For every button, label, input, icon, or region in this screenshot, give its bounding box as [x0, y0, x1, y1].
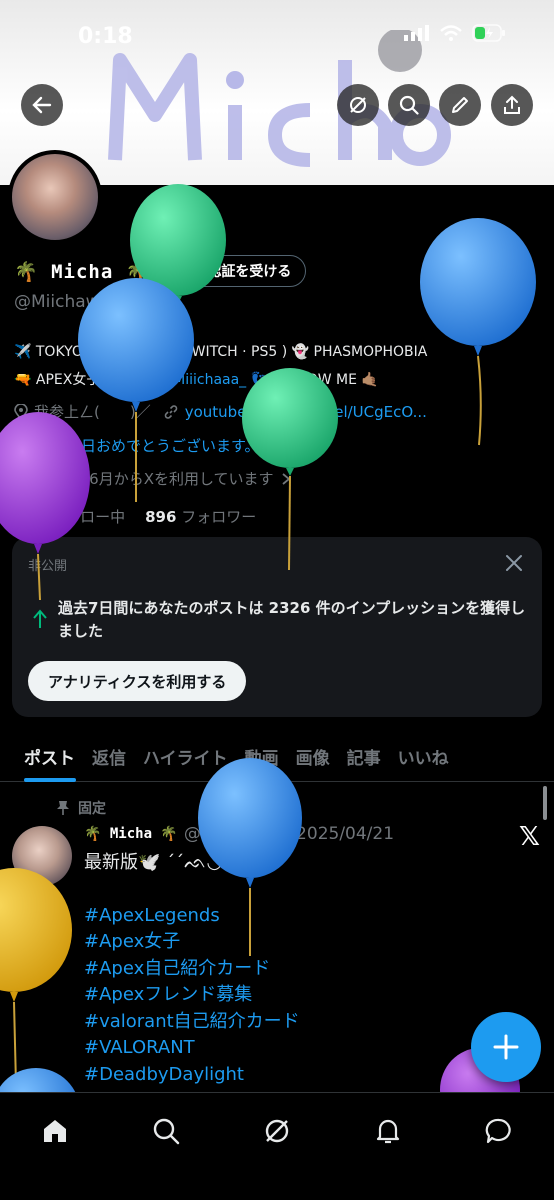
profile-joined-row[interactable]: 2018年6月からXを利用しています — [14, 468, 544, 489]
back-button[interactable] — [21, 84, 63, 126]
profile-joined: 2018年6月からXを利用しています — [36, 470, 274, 488]
post-author[interactable]: 🌴 Micha 🌴 — [84, 826, 178, 842]
profile-handle: @Miichawa — [14, 292, 110, 312]
nav-home[interactable] — [35, 1111, 75, 1151]
analytics-card-text: 過去7日間にあなたのポストは 2326 件のインプレッションを獲得しました — [58, 599, 526, 640]
status-icons — [404, 24, 506, 42]
follow-stats: 640 フォロー中 896 フォロワー — [14, 506, 256, 527]
profile-name: 🌴 Micha 🌴 — [14, 260, 151, 283]
pinned-label: 固定 — [78, 801, 106, 817]
post-body[interactable]: 最新版🕊️ ´´ᨒ◡̈♡ #ApexLegends #Apex女子 #Apex自… — [84, 850, 300, 1088]
plus-icon — [493, 1034, 519, 1060]
status-bar: 0:18 — [0, 0, 554, 60]
profile-tabs: ポスト 返信 ハイライト 動画 画像 記事 いいね — [0, 730, 554, 782]
tab-likes[interactable]: いいね — [390, 730, 458, 782]
bio-line-2-prefix: 🔫 APEX女子 🔑 本垢 — [14, 372, 160, 388]
profile-birthday: お誕生日おめでとうございます。 — [36, 437, 260, 455]
post-hashtag[interactable]: #Apex女子 — [84, 929, 300, 956]
pinned-indicator: 固定 — [56, 798, 106, 818]
post-hashtag[interactable]: #Apexフレンド募集 — [84, 982, 300, 1009]
signal-icon — [404, 25, 429, 41]
post-hashtag[interactable]: #DeadbyDaylight — [84, 1062, 300, 1089]
profile-meta-row: 我参上ㄥ( )／ youtube.com/channel/UCgEcO... — [14, 401, 544, 422]
battery-icon — [472, 24, 505, 42]
grok-icon — [350, 97, 366, 113]
tab-articles[interactable]: 記事 — [339, 730, 390, 782]
link-icon — [164, 404, 177, 419]
edit-button[interactable] — [439, 84, 481, 126]
search-icon — [153, 1118, 180, 1145]
bio-mention-link[interactable]: @Miiichaaa_ — [159, 372, 246, 388]
back-arrow-icon — [32, 96, 52, 114]
nav-messages[interactable] — [479, 1111, 519, 1151]
home-icon — [44, 1120, 67, 1142]
profile-location: 我参上ㄥ( )／ — [34, 403, 151, 421]
scrollbar-thumb[interactable] — [543, 786, 547, 820]
balloon-icon — [16, 437, 28, 454]
followers-link[interactable]: 896 フォロワー — [145, 506, 256, 527]
wifi-icon — [440, 25, 462, 41]
profile-avatar[interactable] — [8, 150, 102, 244]
get-verified-button[interactable]: 認証を受ける — [174, 255, 307, 287]
post-hashtag[interactable]: #Apex自己紹介カード — [84, 956, 300, 983]
chat-bubble-icon — [485, 1118, 511, 1144]
nav-notifications[interactable] — [368, 1111, 408, 1151]
bio-line-2: 🔫 APEX女子 🔑 本垢 @Miiichaaa_ 👣 FOLLOW ME 🤙🏽 — [14, 366, 544, 394]
post-hashtag[interactable]: #ApexLegends — [84, 903, 300, 930]
followers-label: フォロワー — [181, 508, 257, 526]
pin-icon — [57, 801, 69, 815]
tab-videos[interactable]: 動画 — [237, 730, 288, 782]
analytics-card-label: 非公開 — [28, 559, 68, 574]
compose-post-button[interactable] — [471, 1012, 541, 1082]
post-header: 🌴 Micha 🌴 @Miichawa · 2025/04/21 — [84, 824, 394, 844]
bio-line-1: ✈️ TOKYO 🎧 DBD女子 ( SWITCH · PS5 ) 👻 PHAS… — [14, 344, 428, 360]
trend-up-icon — [33, 609, 47, 628]
post-avatar[interactable] — [12, 826, 72, 886]
bio-line-2-suffix: 👣 FOLLOW ME 🤙🏽 — [246, 372, 379, 388]
search-icon — [399, 95, 419, 115]
following-count: 640 — [14, 508, 46, 526]
tab-photos[interactable]: 画像 — [288, 730, 339, 782]
chevron-right-icon — [281, 472, 290, 485]
x-logo-icon: 𝕏 — [519, 822, 540, 852]
post-hashtag[interactable]: #valorant自己紹介カード — [84, 1009, 300, 1036]
location-icon — [14, 403, 28, 420]
analytics-card: 非公開 過去7日間にあなたのポストは 2326 件のインプレッションを獲得しまし… — [12, 537, 542, 717]
profile-birthday-row: お誕生日おめでとうございます。 — [14, 435, 544, 456]
status-time: 0:18 — [78, 24, 133, 49]
grok-icon — [265, 1119, 289, 1143]
get-verified-label: 認証を受ける — [207, 264, 292, 280]
pencil-icon — [452, 97, 468, 113]
share-button[interactable] — [491, 84, 533, 126]
post-first-line: 最新版🕊️ ´´ᨒ◡̈♡ — [84, 852, 239, 873]
profile-website-link[interactable]: youtube.com/channel/UCgEcO... — [185, 403, 427, 421]
calendar-icon — [14, 472, 30, 487]
bell-icon — [376, 1119, 399, 1144]
tab-replies[interactable]: 返信 — [84, 730, 135, 782]
following-label: フォロー中 — [50, 508, 126, 526]
analytics-button[interactable]: アナリティクスを利用する — [28, 661, 247, 701]
nav-search[interactable] — [146, 1111, 186, 1151]
balloon-yellow-1 — [0, 868, 72, 1086]
verified-badge-icon — [185, 263, 201, 279]
post-hashtag[interactable]: #VALORANT — [84, 1035, 300, 1062]
profile-name-row: 🌴 Micha 🌴 認証を受ける — [14, 255, 307, 287]
bottom-navigation — [0, 1092, 554, 1200]
post-meta: @Miichawa · 2025/04/21 — [183, 824, 395, 844]
close-icon[interactable] — [502, 551, 526, 575]
profile-bio: ✈️ TOKYO 🎧 DBD女子 ( SWITCH · PS5 ) 👻 PHAS… — [14, 338, 544, 394]
followers-count: 896 — [145, 508, 177, 526]
nav-grok[interactable] — [257, 1111, 297, 1151]
tab-highlights[interactable]: ハイライト — [135, 730, 237, 782]
search-button[interactable] — [388, 84, 430, 126]
grok-button[interactable] — [337, 84, 379, 126]
tab-posts[interactable]: ポスト — [16, 730, 84, 782]
following-link[interactable]: 640 フォロー中 — [14, 506, 125, 527]
share-icon — [504, 95, 520, 114]
